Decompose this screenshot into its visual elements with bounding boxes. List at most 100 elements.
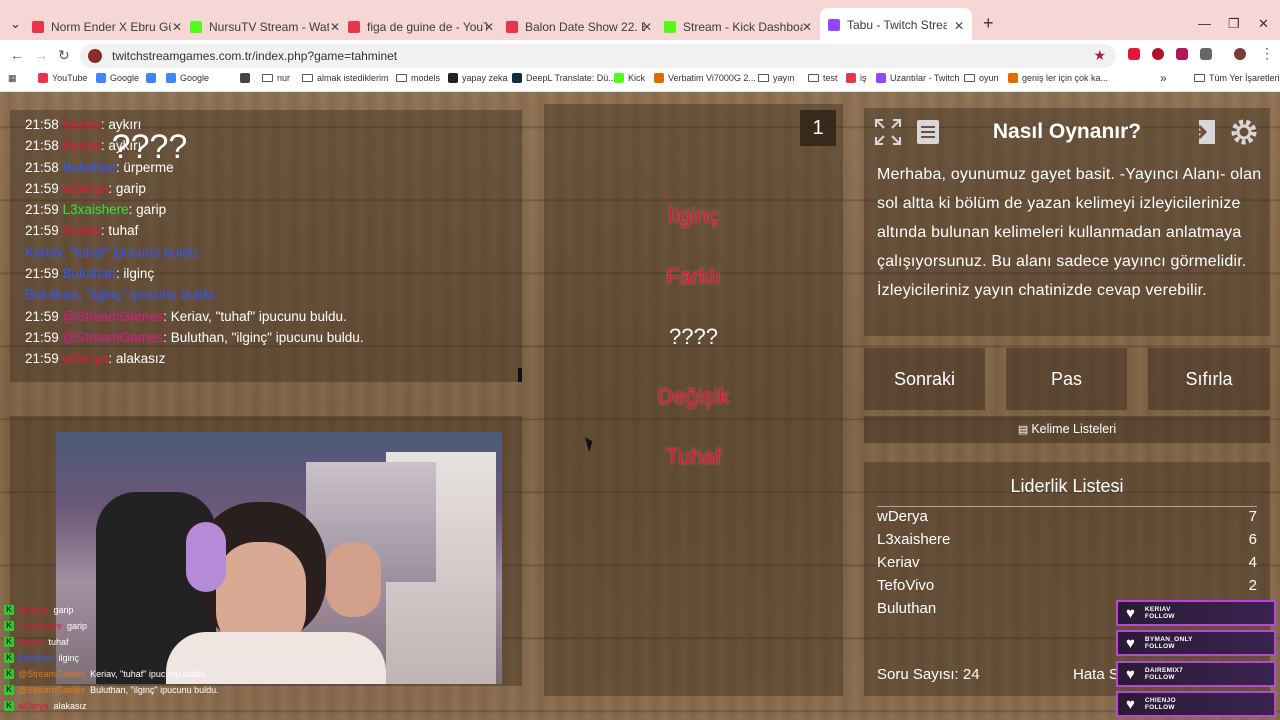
bookmark-item[interactable]: iş: [846, 73, 867, 83]
overlay-text: ilginç: [58, 653, 80, 663]
chat-timestamp: 21:59: [25, 266, 59, 282]
extensions-puzzle-icon[interactable]: [1200, 48, 1212, 60]
browser-tab[interactable]: Norm Ender X Ebru Gündeş - B ✕: [32, 14, 182, 40]
bookmark-item[interactable]: yayın: [758, 73, 795, 83]
kick-icon: [664, 21, 676, 33]
browser-tab[interactable]: Stream - Kick Dashboard ✕: [664, 14, 812, 40]
overlay-chat-message: KwDerya alakasız: [4, 698, 264, 714]
extension-icon[interactable]: [1152, 48, 1164, 60]
word-lists-button[interactable]: ▤ Kelime Listeleri: [864, 416, 1270, 443]
player-name: TefoVivo: [877, 577, 935, 594]
close-tab-icon[interactable]: ✕: [954, 19, 964, 33]
heart-icon: ♥: [1126, 665, 1135, 683]
chat-message: Keriav, "tuhaf" ipucunu buldu.: [25, 242, 507, 263]
all-bookmarks-button[interactable]: Tüm Yer İşaretleri: [1194, 73, 1280, 83]
bookmark-item[interactable]: Google: [166, 73, 209, 83]
back-icon[interactable]: ←: [10, 47, 24, 63]
bookmark-favicon-icon: [96, 73, 106, 83]
chat-text: : Buluthan, "ilginç" ipucunu buldu.: [163, 329, 364, 345]
url-input[interactable]: twitchstreamgames.com.tr/index.php?game=…: [80, 44, 1116, 68]
browser-tab[interactable]: Balon Date Show 22. Bölüm - Y ✕: [506, 14, 652, 40]
bookmark-item[interactable]: geniş ler için çok ka...: [1008, 73, 1108, 83]
leaderboard-row: wDerya 7: [877, 508, 1257, 531]
chat-message: 21:59 Buluthan: ilginç: [25, 263, 507, 284]
restore-icon[interactable]: ❐: [1228, 16, 1240, 32]
close-tab-icon[interactable]: ✕: [802, 20, 812, 34]
chat-timestamp: 21:59: [25, 329, 59, 345]
leaderboard-title: Liderlik Listesi: [1010, 476, 1124, 496]
browser-tab[interactable]: NursuTV Stream - Watch Live o ✕: [190, 14, 340, 40]
close-tab-icon[interactable]: ✕: [172, 20, 182, 34]
bookmark-item[interactable]: models: [396, 73, 440, 83]
close-tab-icon[interactable]: ✕: [330, 20, 340, 34]
pass-button[interactable]: Pas: [1006, 348, 1127, 410]
site-info-icon[interactable]: [88, 49, 102, 63]
profile-avatar[interactable]: [1234, 48, 1246, 60]
reload-icon[interactable]: ↻: [58, 47, 70, 64]
new-tab-button[interactable]: +: [983, 13, 994, 34]
bookmark-favicon-icon: [448, 73, 458, 83]
bookmark-favicon-icon: [654, 73, 664, 83]
chat-username: @StreamGames: [62, 308, 164, 324]
bookmark-item[interactable]: almak istediklerim: [302, 73, 389, 83]
chat-message: 21:59 Keriav: tuhaf: [25, 220, 507, 241]
word-lists-label: Kelime Listeleri: [1031, 422, 1117, 436]
chat-message: 21:59 @StreamGames: Buluthan, "ilginç" i…: [25, 327, 507, 348]
heart-icon: ♥: [1126, 695, 1135, 713]
bookmark-item[interactable]: DeepL Translate: Dü...: [512, 73, 616, 83]
close-tab-icon[interactable]: ✕: [642, 20, 652, 34]
reset-button[interactable]: Sıfırla: [1148, 348, 1270, 410]
overlay-text: Keriav, "tuhaf" ipucunu buldu.: [90, 669, 208, 679]
player-name: Keriav: [877, 554, 920, 571]
bookmark-item[interactable]: Verbatim Vi7000G 2...: [654, 73, 756, 83]
chat-username: Keriav: [62, 223, 101, 239]
bookmark-item[interactable]: test: [808, 73, 838, 83]
bookmark-label: Google: [180, 73, 210, 83]
minimize-icon[interactable]: —: [1198, 16, 1211, 31]
folder-icon: [1194, 74, 1205, 82]
leaderboard-row: L3xaishere 6: [877, 531, 1257, 554]
bookmark-item[interactable]: Kick: [614, 73, 645, 83]
address-toolbar: ← → ↻ twitchstreamgames.com.tr/index.php…: [0, 40, 1280, 70]
close-window-icon[interactable]: ✕: [1258, 16, 1269, 32]
bookmark-item[interactable]: nur: [262, 73, 290, 83]
tab-search-icon[interactable]: ⌄: [10, 16, 21, 32]
extension-icon[interactable]: [1176, 48, 1188, 60]
follower-name: CHIENJO: [1144, 697, 1176, 704]
extension-icon[interactable]: [1128, 48, 1140, 60]
bookmark-item[interactable]: Google: [96, 73, 139, 83]
youtube-icon: [506, 21, 518, 33]
bookmark-item[interactable]: yapay zeka: [448, 73, 508, 83]
player-score: 4: [1248, 554, 1257, 571]
player-score: 7: [1248, 508, 1257, 525]
bookmark-star-icon[interactable]: ★: [1093, 47, 1106, 64]
browser-tab-active[interactable]: Tabu - Twitch Stream Game ✕: [820, 8, 972, 42]
chat-text: : ilginç: [115, 266, 155, 282]
bookmark-item[interactable]: oyun: [964, 73, 999, 83]
overlay-text: tuhaf: [48, 637, 69, 647]
next-button[interactable]: Sonraki: [864, 348, 985, 410]
forward-icon[interactable]: →: [34, 47, 48, 63]
bookmark-item[interactable]: Uzantılar - Twitch: [876, 73, 959, 83]
overlay-text: garip: [53, 605, 74, 615]
chat-username: wDerya: [62, 351, 109, 367]
bookmark-label: Kick: [628, 73, 646, 83]
bookmark-favicon-icon: [166, 73, 176, 83]
bookmark-item[interactable]: [240, 73, 254, 83]
exit-icon[interactable]: [1186, 116, 1218, 148]
chat-scrollbar[interactable]: [518, 368, 522, 382]
settings-gear-icon[interactable]: [1228, 116, 1260, 148]
apps-grid-icon[interactable]: ▦: [8, 73, 17, 84]
bookmark-item[interactable]: [146, 73, 160, 83]
bookmark-label: yapay zeka: [462, 73, 508, 83]
folder-icon: [808, 74, 819, 82]
more-bookmarks-icon[interactable]: »: [1160, 71, 1167, 85]
all-bookmarks-label: Tüm Yer İşaretleri: [1209, 73, 1280, 83]
overlay-text: Buluthan, "ilginç" ipucunu buldu.: [90, 685, 219, 695]
bookmark-item[interactable]: YouTube: [38, 73, 87, 83]
kick-badge-icon: K: [4, 605, 14, 615]
player-name: wDerya: [877, 508, 928, 525]
close-tab-icon[interactable]: ✕: [484, 20, 494, 34]
browser-tab[interactable]: figa de guine de - YouTube ✕: [348, 14, 494, 40]
menu-kebab-icon[interactable]: ⋮: [1260, 45, 1274, 62]
